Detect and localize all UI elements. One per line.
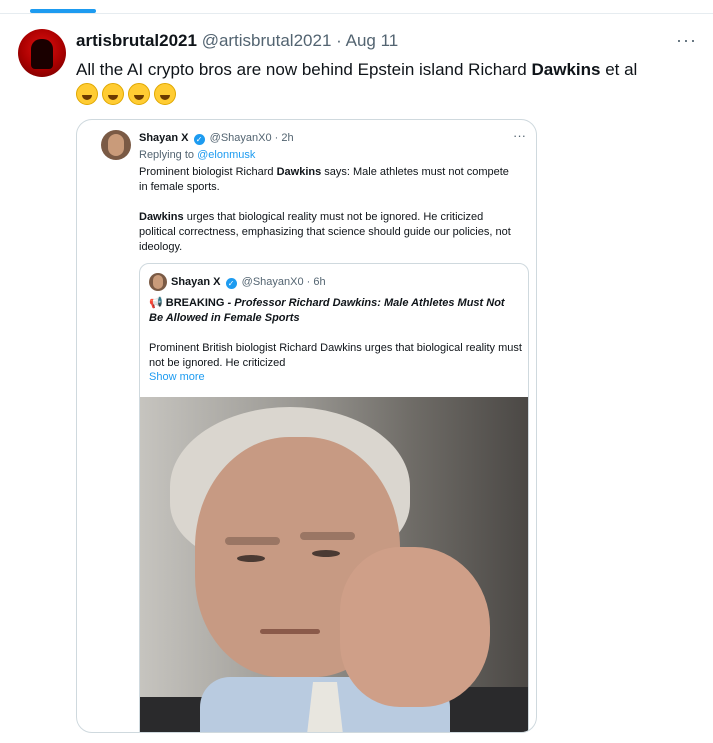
replying-to: Replying to @elonmusk: [139, 149, 256, 161]
breaking-headline: 📢 BREAKING - Professor Richard Dawkins: …: [149, 297, 505, 324]
quoted-more-options-icon[interactable]: ···: [513, 128, 526, 143]
inner-quoted-tweet-card[interactable]: Shayan X ✓ @ShayanX0 · 6h 📢 BREAKING - P…: [139, 263, 529, 732]
display-name[interactable]: artisbrutal2021: [76, 31, 197, 50]
photo-hand: [340, 547, 490, 707]
timestamp[interactable]: Aug 11: [346, 31, 399, 50]
tweet-photo[interactable]: [140, 397, 528, 732]
tweet-header: artisbrutal2021 @artisbrutal2021 · Aug 1…: [76, 31, 398, 51]
quoted-paragraph-2: Dawkins urges that biological reality mu…: [139, 211, 511, 253]
inner-handle[interactable]: @ShayanX0: [242, 276, 304, 288]
quoted-display-name[interactable]: Shayan X: [139, 132, 189, 144]
replying-to-link[interactable]: @elonmusk: [197, 149, 255, 161]
avatar[interactable]: [18, 29, 66, 77]
quoted-header: Shayan X ✓ @ShayanX0 · 2h: [139, 132, 294, 145]
grinning-sweat-face-icon: [102, 83, 124, 105]
quoted-paragraph-1: Prominent biologist Richard Dawkins says…: [139, 166, 509, 193]
tears-of-joy-face-icon: [128, 83, 150, 105]
show-more-link[interactable]: Show more: [149, 371, 205, 383]
rolling-on-floor-laughing-face-icon: [154, 83, 176, 105]
tweet-text: All the AI crypto bros are now behind Ep…: [76, 60, 638, 79]
avatar-figure: [31, 39, 53, 69]
megaphone-icon: 📢: [149, 297, 163, 309]
top-divider: [0, 0, 713, 14]
inner-avatar[interactable]: [149, 273, 167, 291]
more-options-icon[interactable]: ···: [676, 30, 697, 51]
handle[interactable]: @artisbrutal2021: [202, 31, 332, 50]
inner-header: Shayan X ✓ @ShayanX0 · 6h: [171, 276, 326, 289]
quoted-tweet-card[interactable]: Shayan X ✓ @ShayanX0 · 2h ··· Replying t…: [76, 119, 537, 733]
emoji-row: [76, 83, 176, 105]
quoted-time[interactable]: 2h: [281, 132, 293, 144]
grinning-squinting-face-icon: [76, 83, 98, 105]
inner-time[interactable]: 6h: [313, 276, 325, 288]
verified-badge-icon: ✓: [193, 134, 205, 145]
active-tab-indicator: [30, 9, 96, 13]
inner-text: Prominent British biologist Richard Dawk…: [149, 342, 522, 369]
verified-badge-icon: ✓: [225, 278, 237, 289]
separator: ·: [336, 31, 342, 50]
quoted-avatar[interactable]: [101, 130, 131, 160]
quoted-handle[interactable]: @ShayanX0: [210, 132, 272, 144]
inner-display-name[interactable]: Shayan X: [171, 276, 221, 288]
